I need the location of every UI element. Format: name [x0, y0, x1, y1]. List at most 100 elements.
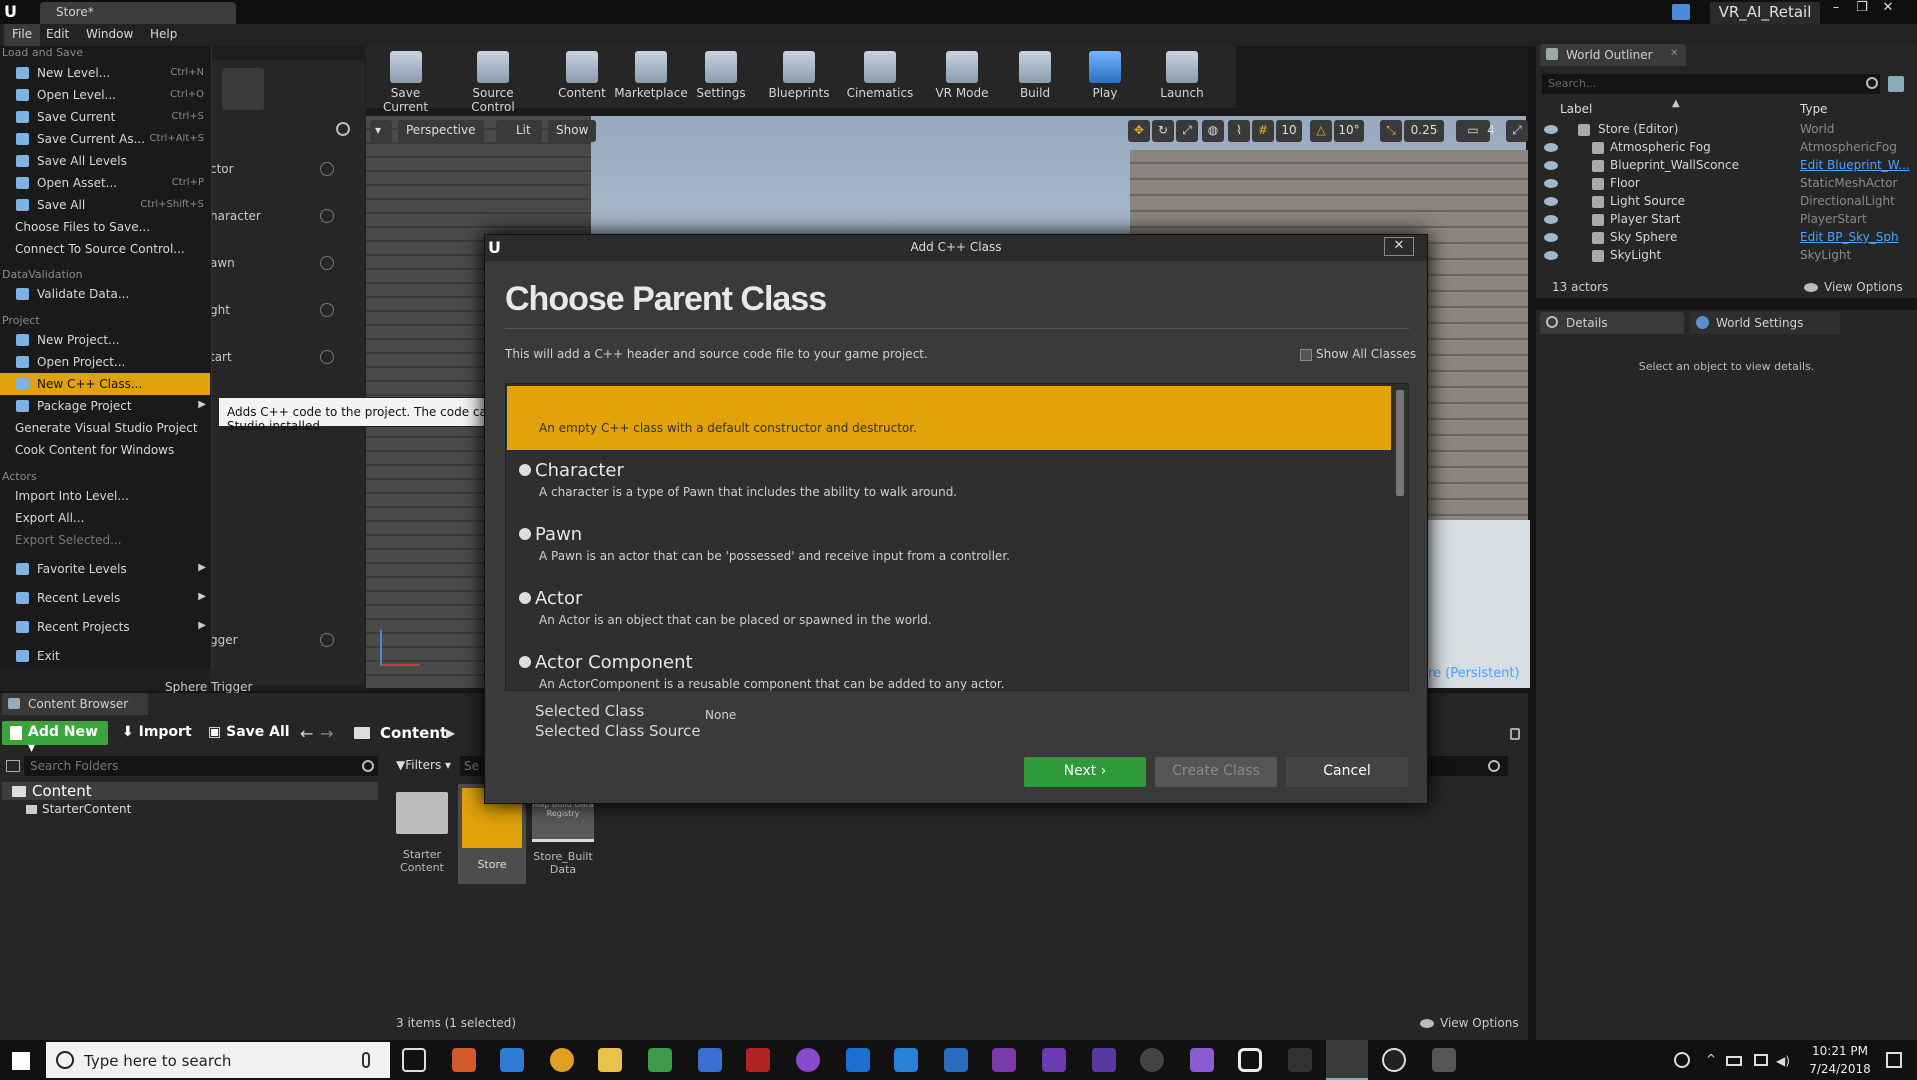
- excel-app-icon[interactable]: [648, 1048, 672, 1072]
- menu-save-all[interactable]: Save All Ctrl+Shift+S: [0, 194, 210, 216]
- visibility-eye-icon[interactable]: [1544, 161, 1558, 170]
- media-app-icon[interactable]: [796, 1048, 820, 1072]
- import-button[interactable]: ⬇ Import: [118, 721, 192, 745]
- blueprints-button[interactable]: Blueprints: [762, 46, 836, 108]
- menu-generate-vs-project[interactable]: Generate Visual Studio Project: [0, 417, 210, 439]
- scale-snap-value[interactable]: 0.25: [1404, 120, 1444, 142]
- visibility-eye-icon[interactable]: [1544, 197, 1558, 206]
- camera-speed-value[interactable]: 4: [1480, 120, 1502, 142]
- class-item-actor-component[interactable]: Actor Component An ActorComponent is a re…: [507, 642, 1391, 691]
- asset-tile-startercontent[interactable]: Starter Content: [392, 784, 452, 884]
- asset-search-input[interactable]: Se: [460, 756, 484, 776]
- calculator-icon[interactable]: [846, 1048, 870, 1072]
- class-item-character[interactable]: Character A character is a type of Pawn t…: [507, 450, 1391, 514]
- filezilla-icon[interactable]: [746, 1048, 770, 1072]
- place-search-icon[interactable]: [336, 122, 350, 136]
- show-button[interactable]: Show: [548, 120, 597, 142]
- menu-file[interactable]: File: [4, 24, 41, 46]
- play-button[interactable]: Play: [1075, 46, 1135, 108]
- menu-import-into-level[interactable]: Import Into Level...: [0, 485, 210, 507]
- onenote-icon[interactable]: [992, 1048, 1016, 1072]
- visibility-eye-icon[interactable]: [1544, 233, 1558, 242]
- visual-studio-preview-icon[interactable]: [1092, 1048, 1116, 1072]
- lock-icon[interactable]: [1510, 728, 1520, 740]
- tray-chevron-icon[interactable]: ^: [1706, 1052, 1716, 1066]
- save-current-button[interactable]: Save Current: [368, 46, 443, 114]
- notifications-icon[interactable]: [1886, 1052, 1902, 1068]
- maximize-button[interactable]: ❐: [1850, 0, 1874, 18]
- microphone-icon[interactable]: [362, 1052, 370, 1068]
- help-icon[interactable]: [320, 633, 334, 647]
- next-button[interactable]: Next ›: [1024, 757, 1146, 787]
- geometry-mode-icon[interactable]: [222, 68, 264, 110]
- surface-snap-icon[interactable]: ⌇: [1228, 120, 1250, 142]
- menu-favorite-levels[interactable]: Favorite Levels ▶: [0, 558, 210, 580]
- grid-snap-icon[interactable]: #: [1252, 120, 1274, 142]
- class-item-actor[interactable]: Actor An Actor is an object that can be p…: [507, 578, 1391, 642]
- help-icon[interactable]: [320, 162, 334, 176]
- folder-search-input[interactable]: Search Folders: [24, 756, 378, 776]
- add-filter-icon[interactable]: [1888, 76, 1904, 92]
- clock-date[interactable]: 7/24/2018: [1808, 1062, 1872, 1076]
- tab-world-settings[interactable]: World Settings: [1690, 312, 1840, 334]
- tree-item-startercontent[interactable]: StarterContent: [42, 802, 131, 816]
- file-explorer-icon[interactable]: [598, 1048, 622, 1072]
- level-document-tab[interactable]: Store*: [40, 2, 236, 24]
- help-icon[interactable]: [320, 303, 334, 317]
- remote-desktop-icon[interactable]: [698, 1048, 722, 1072]
- place-item[interactable]: tart: [210, 350, 232, 364]
- visibility-eye-icon[interactable]: [1544, 143, 1558, 152]
- outliner-row[interactable]: Light Source DirectionalLight: [1540, 194, 1916, 212]
- menu-new-level[interactable]: New Level... Ctrl+N: [0, 62, 210, 84]
- search-icon[interactable]: [362, 760, 374, 772]
- search-icon[interactable]: [1488, 760, 1500, 772]
- rotation-snap-icon[interactable]: △: [1310, 120, 1332, 142]
- outliner-search-input[interactable]: Search...: [1542, 74, 1880, 94]
- rotate-tool-icon[interactable]: ↻: [1152, 120, 1174, 142]
- class-item-none[interactable]: An empty C++ class with a default constr…: [507, 386, 1391, 450]
- source-control-button[interactable]: Source Control: [449, 46, 537, 114]
- close-window-button[interactable]: ✕: [1876, 0, 1900, 18]
- cancel-button[interactable]: Cancel: [1286, 757, 1408, 787]
- clock-time[interactable]: 10:21 PM: [1808, 1044, 1872, 1058]
- tray-network-icon[interactable]: [1754, 1054, 1768, 1066]
- viewport-options-button[interactable]: ▾: [370, 120, 392, 142]
- taskbar-search-input[interactable]: Type here to search: [84, 1052, 231, 1070]
- menu-open-project[interactable]: Open Project...: [0, 351, 210, 373]
- tray-people-icon[interactable]: [1674, 1052, 1690, 1068]
- column-label-header[interactable]: Label: [1560, 102, 1800, 116]
- lit-button[interactable]: Lit: [496, 120, 542, 142]
- cb-view-options[interactable]: View Options: [1440, 1016, 1519, 1030]
- close-tab-icon[interactable]: ✕: [1670, 48, 1678, 59]
- menu-open-level[interactable]: Open Level... Ctrl+O: [0, 84, 210, 106]
- menu-recent-projects[interactable]: Recent Projects ▶: [0, 616, 210, 638]
- place-item[interactable]: awn: [210, 256, 235, 270]
- epic-launcher-icon[interactable]: [1288, 1048, 1312, 1072]
- office-app-icon[interactable]: [452, 1048, 476, 1072]
- oculus-icon[interactable]: [1238, 1048, 1262, 1072]
- visibility-eye-icon[interactable]: [1544, 179, 1558, 188]
- menu-edit[interactable]: Edit: [38, 24, 77, 46]
- task-view-icon[interactable]: [402, 1048, 426, 1072]
- menu-choose-files-to-save[interactable]: Choose Files to Save...: [0, 216, 210, 238]
- perspective-button[interactable]: Perspective: [398, 120, 484, 142]
- place-item[interactable]: haracter: [210, 209, 261, 223]
- menu-export-selected[interactable]: Export Selected...: [0, 529, 210, 551]
- unreal-icon[interactable]: [1382, 1048, 1406, 1072]
- edit-blueprint-link[interactable]: Edit Blueprint_W...: [1800, 158, 1910, 172]
- menu-export-all[interactable]: Export All...: [0, 507, 210, 529]
- rotation-snap-value[interactable]: 10°: [1334, 120, 1364, 142]
- tray-volume-icon[interactable]: ◀): [1776, 1054, 1790, 1068]
- translate-tool-icon[interactable]: ✥: [1128, 120, 1150, 142]
- outliner-row[interactable]: Blueprint_WallSconce Edit Blueprint_W...: [1540, 158, 1916, 176]
- edit-blueprint-link[interactable]: Edit BP_Sky_Sph: [1800, 230, 1899, 244]
- menu-window[interactable]: Window: [78, 24, 141, 46]
- sources-toggle-icon[interactable]: [6, 760, 20, 772]
- visibility-eye-icon[interactable]: [1544, 125, 1558, 134]
- outliner-row[interactable]: Atmospheric Fog AtmosphericFog: [1540, 140, 1916, 158]
- help-icon[interactable]: [320, 256, 334, 270]
- unreal-logo-icon[interactable]: U: [4, 2, 26, 22]
- unreal-editor-taskbar-icon[interactable]: [1326, 1040, 1368, 1080]
- forward-arrow-icon[interactable]: →: [320, 724, 333, 743]
- visibility-eye-icon[interactable]: [1544, 215, 1558, 224]
